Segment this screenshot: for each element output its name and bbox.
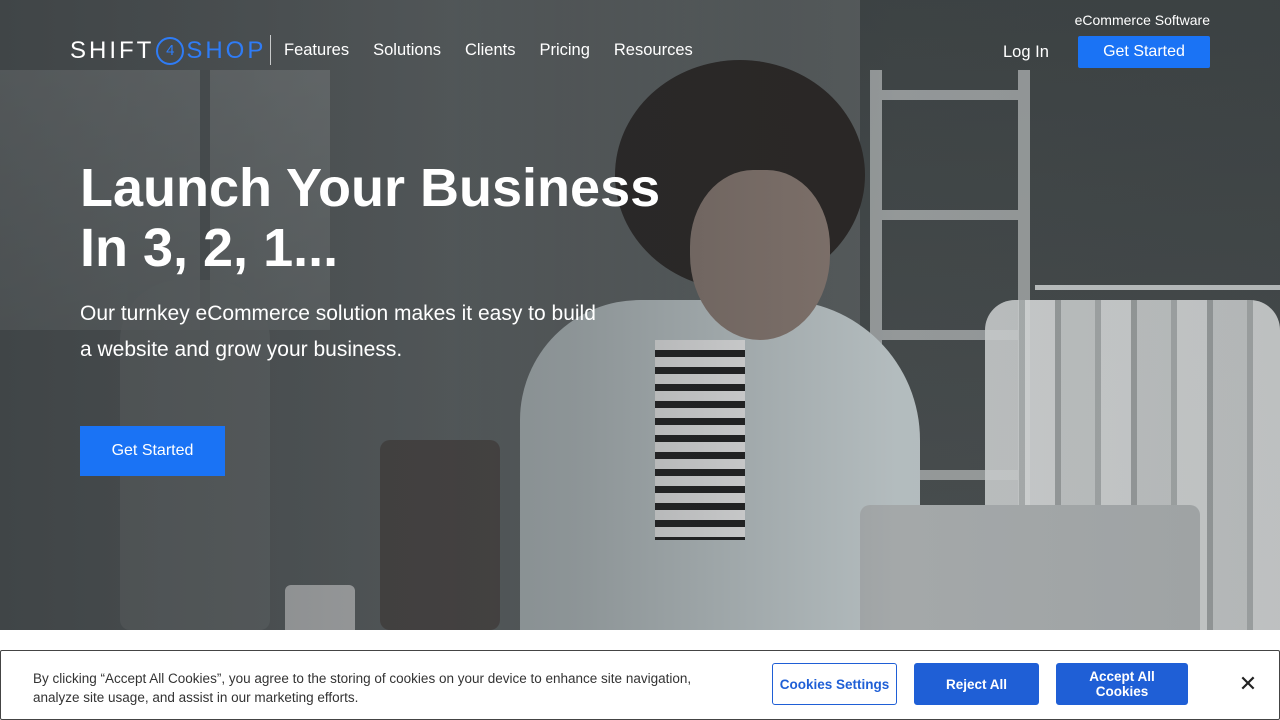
logo-text-shift: SHIFT <box>70 37 155 64</box>
logo-four-circle: 4 <box>156 37 185 65</box>
logo-text-shop: SHOP <box>186 37 267 64</box>
header-get-started-button[interactable]: Get Started <box>1078 36 1210 68</box>
hero-title-line1: Launch Your Business <box>80 158 661 218</box>
nav-features[interactable]: Features <box>284 41 349 60</box>
hero-title-line2: In 3, 2, 1... <box>80 218 339 278</box>
main-nav: Features Solutions Clients Pricing Resou… <box>284 41 693 60</box>
accept-all-cookies-button[interactable]: Accept All Cookies <box>1056 663 1188 705</box>
reject-all-button[interactable]: Reject All <box>914 663 1039 705</box>
cookies-settings-button[interactable]: Cookies Settings <box>772 663 897 705</box>
hero-title: Launch Your Business In 3, 2, 1... <box>80 158 700 278</box>
login-link[interactable]: Log In <box>1003 43 1049 62</box>
nav-resources[interactable]: Resources <box>614 41 693 60</box>
hero-subtitle: Our turnkey eCommerce solution makes it … <box>80 302 596 361</box>
nav-pricing[interactable]: Pricing <box>539 41 589 60</box>
cookie-text: By clicking “Accept All Cookies”, you ag… <box>33 671 692 705</box>
nav-clients[interactable]: Clients <box>465 41 515 60</box>
nav-solutions[interactable]: Solutions <box>373 41 441 60</box>
logo-divider <box>270 35 271 65</box>
close-icon[interactable]: ✕ <box>1234 671 1262 699</box>
shift4shop-logo[interactable]: SHIFT 4 SHOP <box>70 36 266 66</box>
header-tagline: eCommerce Software <box>1074 12 1210 28</box>
cookie-banner: By clicking “Accept All Cookies”, you ag… <box>0 650 1280 720</box>
hero-get-started-button[interactable]: Get Started <box>80 426 225 476</box>
